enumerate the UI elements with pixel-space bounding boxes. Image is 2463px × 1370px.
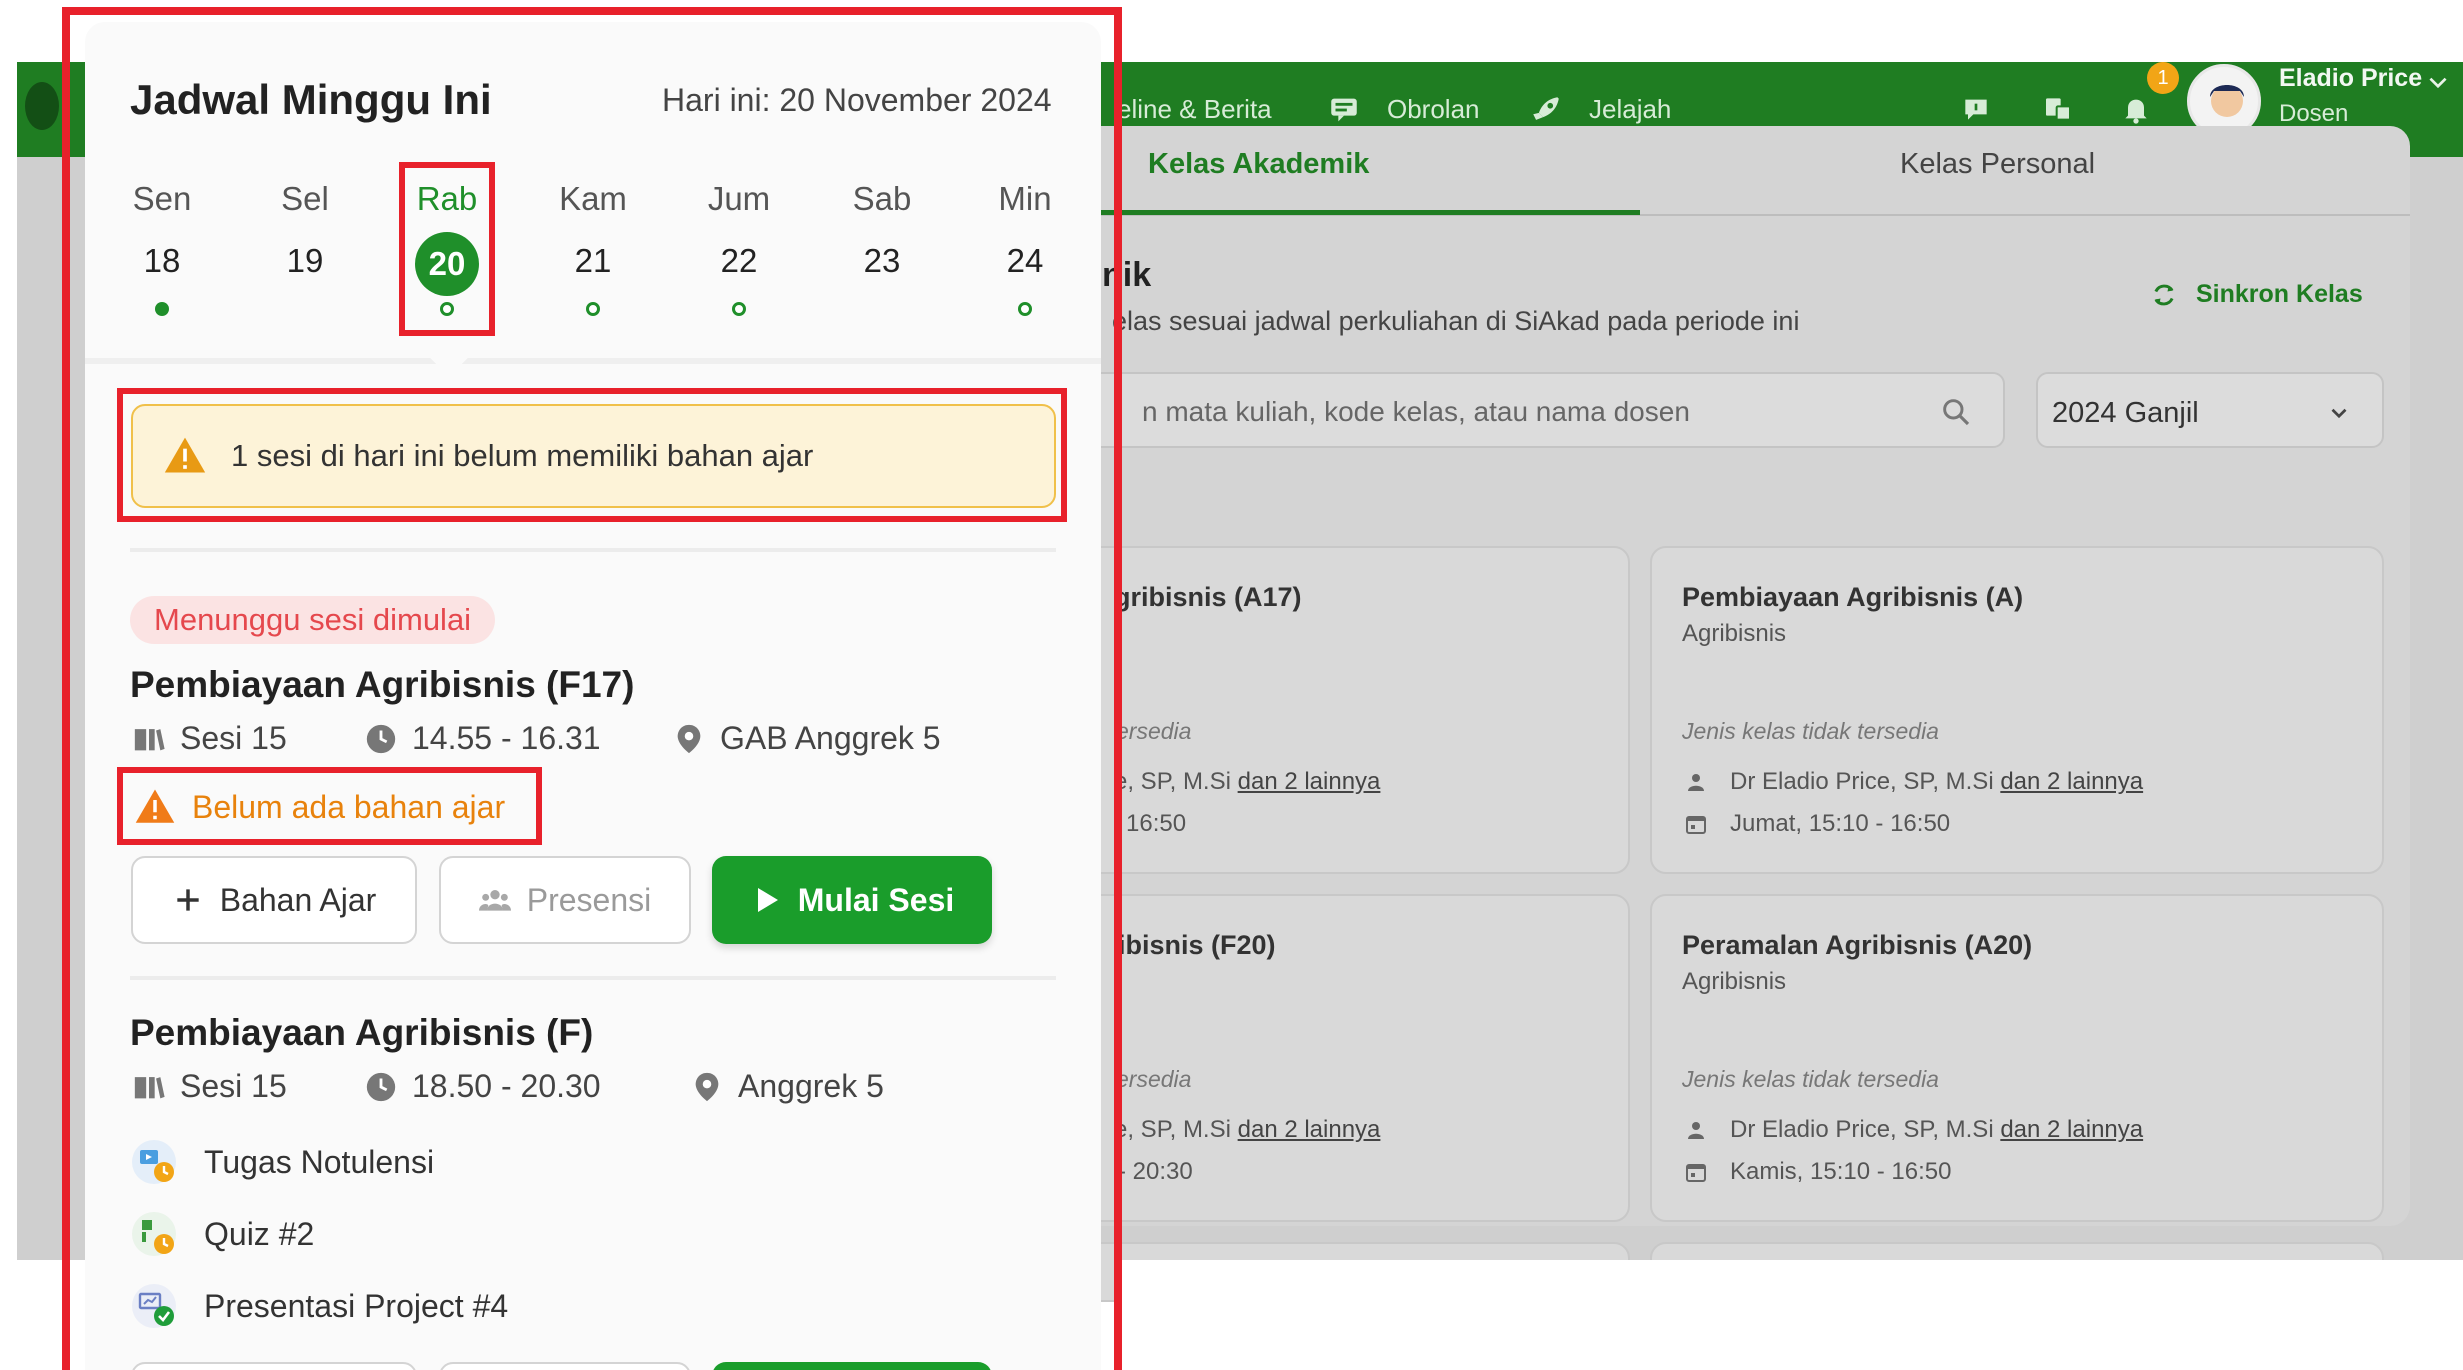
course-schedule: 16:50 bbox=[1126, 810, 1187, 837]
calendar-icon bbox=[1686, 1164, 1706, 1182]
more-lecturers-link[interactable]: dan 2 lainnya bbox=[1238, 768, 1381, 796]
app-logo bbox=[25, 82, 59, 130]
nav-item-label: Jelajah bbox=[1589, 94, 1672, 124]
tab-kelas-personal[interactable]: Kelas Personal bbox=[1900, 148, 2095, 181]
person-icon bbox=[1688, 1122, 1704, 1139]
course-type: ersedia bbox=[1116, 718, 1192, 744]
course-schedule: Kamis, 15:10 - 16:50 bbox=[1684, 1158, 1951, 1186]
course-type: Jenis kelas tidak tersedia bbox=[1682, 718, 1939, 744]
search-icon[interactable] bbox=[1940, 396, 1972, 428]
highlight-box-panel bbox=[62, 7, 1122, 1370]
course-title: ibisnis (F20) bbox=[1118, 930, 1276, 960]
course-title: gribisnis (A17) bbox=[1114, 582, 1302, 612]
lecturer-name: Dr Eladio Price, SP, M.Si bbox=[1730, 768, 1994, 795]
chat-icon bbox=[1331, 98, 1357, 121]
tab-kelas-akademik[interactable]: Kelas Akademik bbox=[1148, 148, 1369, 181]
search-placeholder: n mata kuliah, kode kelas, atau nama dos… bbox=[1142, 396, 1690, 427]
person-icon bbox=[1688, 774, 1704, 791]
chevron-down-icon[interactable] bbox=[2326, 400, 2352, 426]
calendar-icon bbox=[1686, 816, 1706, 834]
nav-item-label: Obrolan bbox=[1387, 94, 1480, 124]
more-lecturers-link[interactable]: dan 2 lainnya bbox=[2000, 768, 2143, 796]
active-tab-indicator bbox=[1040, 210, 1640, 215]
course-lecturer: Dr Eladio Price, SP, M.Si dan 2 lainnya bbox=[1684, 1116, 2143, 1144]
course-lecturer: e, SP, M.Si dan 2 lainnya bbox=[1114, 1116, 1380, 1144]
course-type: ersedia bbox=[1116, 1066, 1192, 1092]
sync-class-label: Sinkron Kelas bbox=[2196, 280, 2363, 308]
user-role: Dosen bbox=[2279, 100, 2349, 127]
course-type: Jenis kelas tidak tersedia bbox=[1682, 1066, 1939, 1092]
rocket-icon bbox=[1533, 96, 1559, 120]
schedule-text: Jumat, 15:10 - 16:50 bbox=[1730, 810, 1951, 837]
course-title: Peramalan Agribisnis (A20) bbox=[1682, 930, 2033, 960]
course-program: Agribisnis bbox=[1682, 620, 1787, 647]
course-lecturer: Dr Eladio Price, SP, M.Si dan 2 lainnya bbox=[1684, 768, 2143, 796]
sync-class-button[interactable]: Sinkron Kelas bbox=[2150, 280, 2363, 309]
course-schedule: Jumat, 15:10 - 16:50 bbox=[1684, 810, 1950, 838]
chevron-down-icon[interactable] bbox=[2425, 70, 2451, 96]
schedule-text: Kamis, 15:10 - 16:50 bbox=[1730, 1158, 1952, 1185]
nav-item-label: eline & Berita bbox=[1117, 94, 1272, 124]
course-schedule: - 20:30 bbox=[1118, 1158, 1193, 1185]
section-description: elas sesuai jadwal perkuliahan di SiAkad… bbox=[1112, 306, 1800, 336]
more-lecturers-link[interactable]: dan 2 lainnya bbox=[1238, 1116, 1381, 1144]
refresh-icon bbox=[2154, 284, 2174, 305]
lecturer-name: Dr Eladio Price, SP, M.Si bbox=[1730, 1116, 1994, 1143]
course-title: Pembiayaan Agribisnis (A) bbox=[1682, 582, 2024, 612]
page-margin bbox=[1122, 1260, 2463, 1370]
period-select-value: 2024 Ganjil bbox=[2052, 397, 2199, 429]
lecturer-name: e, SP, M.Si bbox=[1114, 1116, 1231, 1143]
notification-badge: 1 bbox=[2147, 62, 2179, 94]
more-lecturers-link[interactable]: dan 2 lainnya bbox=[2000, 1116, 2143, 1144]
lecturer-name: e, SP, M.Si bbox=[1114, 768, 1231, 795]
user-name[interactable]: Eladio Price bbox=[2279, 64, 2422, 93]
course-lecturer: e, SP, M.Si dan 2 lainnya bbox=[1114, 768, 1380, 796]
course-program: Agribisnis bbox=[1682, 968, 1787, 995]
